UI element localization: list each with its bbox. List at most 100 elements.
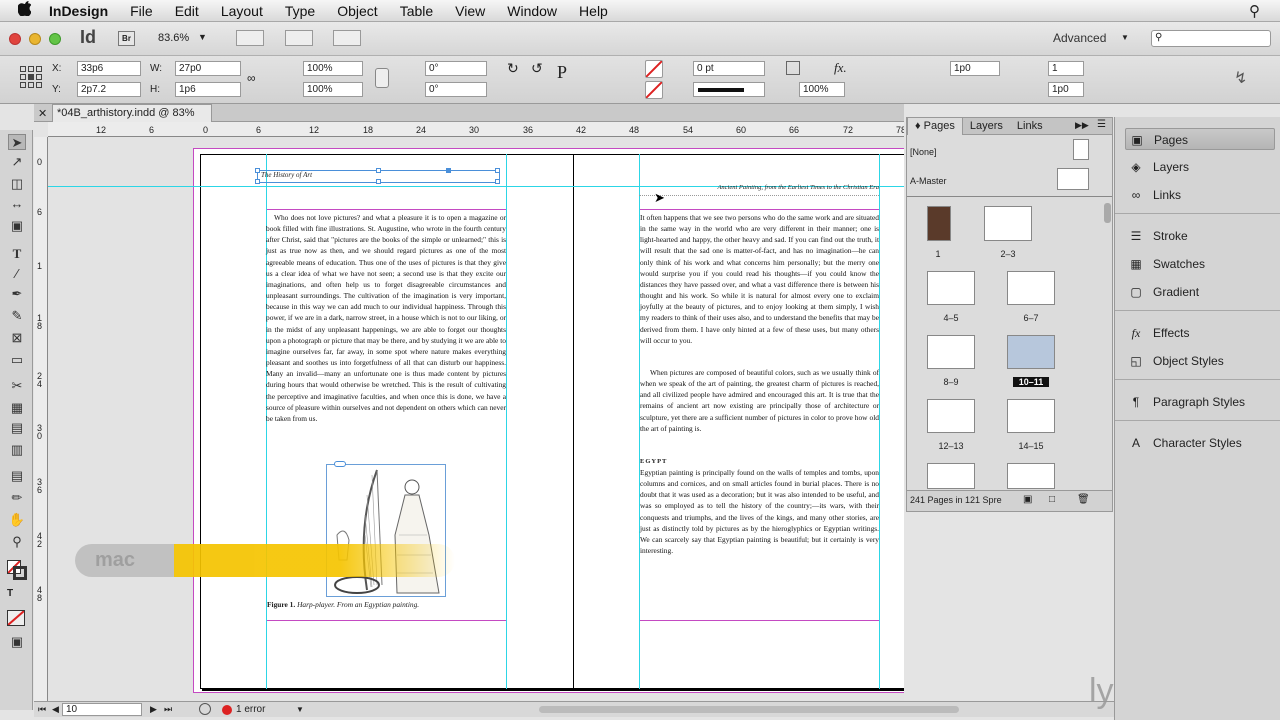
apply-none-icon[interactable] [7, 610, 25, 626]
page-tool-icon[interactable]: ◫ [8, 176, 26, 192]
page-thumb-16-17[interactable] [927, 463, 975, 489]
pen-tool-icon[interactable]: ✒ [8, 286, 26, 302]
fill-swatch-icon[interactable] [645, 60, 663, 78]
page-thumb-1[interactable] [927, 206, 951, 241]
menu-app-name[interactable]: InDesign [38, 3, 119, 19]
pencil-tool-icon[interactable]: ✎ [8, 308, 26, 324]
page-thumb-12-13[interactable] [927, 399, 975, 433]
eyedropper-tool-icon[interactable]: ✏ [8, 490, 26, 506]
dock-item-paragraph-styles[interactable]: ¶ Paragraph Styles [1125, 391, 1275, 413]
delete-page-icon[interactable]: 🗑 [1077, 494, 1090, 505]
dock-item-layers[interactable]: ◈ Layers [1125, 156, 1275, 178]
page-thumb-4-5[interactable] [927, 271, 975, 305]
formatting-affects-text-icon[interactable]: T [7, 588, 13, 599]
right-page-body-text-1[interactable]: It often happens that we see two persons… [640, 212, 879, 346]
none-master-label[interactable]: [None] [910, 147, 937, 157]
first-page-icon[interactable]: ⏮ [38, 704, 46, 715]
hand-tool-icon[interactable]: ✋ [8, 512, 26, 528]
a-master-thumb[interactable] [1057, 168, 1089, 190]
type-tool-icon[interactable]: T [8, 246, 26, 262]
collapse-panel-icon[interactable]: ▶▶ [1075, 120, 1089, 131]
rotate-90-ccw-icon[interactable]: ↺ [531, 60, 543, 77]
stroke-weight-field[interactable]: 0 pt [693, 61, 765, 76]
page-size-icon[interactable]: ▣ [1023, 494, 1032, 505]
gutter-field[interactable]: 1p0 [1048, 82, 1084, 97]
zoom-level[interactable]: 83.6% [158, 32, 189, 44]
direct-selection-tool-icon[interactable]: ↗ [8, 154, 26, 170]
workspace-switcher[interactable]: Advanced [1053, 31, 1106, 45]
rotation-angle-field[interactable]: 0° [425, 61, 487, 76]
dock-item-stroke[interactable]: ☰ Stroke [1125, 225, 1275, 247]
page-thumb-8-9[interactable] [927, 335, 975, 369]
next-page-icon[interactable]: ▶ [150, 704, 157, 715]
menu-edit[interactable]: Edit [164, 3, 210, 19]
stroke-type-dropdown[interactable] [693, 82, 765, 97]
tab-layers[interactable]: Layers [963, 118, 1010, 135]
bridge-button[interactable]: Br [118, 31, 135, 46]
select-container-icon[interactable]: P [557, 62, 567, 83]
menu-file[interactable]: File [119, 3, 164, 19]
menu-window[interactable]: Window [496, 3, 568, 19]
spotlight-search-icon[interactable]: ⚲ [1249, 2, 1260, 20]
new-page-icon[interactable]: □ [1049, 494, 1055, 505]
gap-tool-icon[interactable]: ↔ [8, 196, 26, 212]
help-search-input[interactable]: ⚲ [1151, 30, 1271, 47]
page-thumb-2-3[interactable] [984, 206, 1032, 241]
content-grabber-icon[interactable] [334, 461, 346, 467]
gradient-feather-tool-icon[interactable]: ▥ [8, 442, 26, 458]
lightning-icon[interactable]: ↯ [1234, 68, 1247, 88]
selection-tool-icon[interactable]: ➤ [8, 134, 26, 150]
dock-item-links[interactable]: ∞ Links [1125, 184, 1275, 206]
left-page-body-text[interactable]: Who does not love pictures? and what a p… [266, 212, 506, 424]
stroke-color-icon[interactable] [13, 566, 27, 580]
document-tab[interactable]: *04B_arthistory.indd @ 83% [52, 104, 212, 122]
constrain-proportions-icon[interactable]: ∞ [247, 71, 256, 85]
page-thumb-14-15[interactable] [1007, 399, 1055, 433]
close-window-icon[interactable] [9, 33, 21, 45]
apple-icon[interactable] [17, 1, 38, 20]
zoom-dropdown-icon[interactable]: ▼ [198, 32, 207, 42]
page-thumb-18-19[interactable] [1007, 463, 1055, 489]
dock-item-object-styles[interactable]: ◱ Object Styles [1125, 350, 1275, 372]
minimize-window-icon[interactable] [29, 33, 41, 45]
workspace-dropdown-icon[interactable]: ▼ [1121, 33, 1129, 42]
scale-y-field[interactable]: 100% [303, 82, 363, 97]
close-tab-icon[interactable]: ✕ [38, 107, 47, 120]
opacity-field[interactable]: 100% [799, 82, 845, 97]
horizontal-scrollbar[interactable] [539, 706, 959, 713]
panel-menu-icon[interactable]: ☰ [1097, 119, 1106, 130]
zoom-tool-icon[interactable]: ⚲ [8, 534, 26, 550]
tab-pages[interactable]: ♦ Pages [907, 117, 963, 135]
page-number-field[interactable]: 10 [62, 703, 142, 716]
effects-fx-icon[interactable]: fx. [834, 60, 847, 76]
free-transform-tool-icon[interactable]: ▦ [8, 400, 26, 416]
reference-point-icon[interactable] [20, 66, 42, 88]
x-position-field[interactable]: 33p6 [77, 61, 141, 76]
content-collector-icon[interactable]: ▣ [8, 218, 26, 234]
document-canvas[interactable]: The History of Art Who does not love pic… [48, 137, 904, 701]
link-scale-icon[interactable] [375, 68, 389, 88]
dock-item-swatches[interactable]: ▦ Swatches [1125, 253, 1275, 275]
tab-links[interactable]: Links [1010, 118, 1050, 135]
drop-shadow-icon[interactable] [786, 61, 800, 75]
height-field[interactable]: 1p6 [175, 82, 241, 97]
preflight-dropdown-icon[interactable]: ▼ [296, 705, 304, 714]
screen-mode-icon[interactable]: ▣ [8, 634, 26, 650]
menu-layout[interactable]: Layout [210, 3, 274, 19]
offset-top-field[interactable]: 1p0 [950, 61, 1000, 76]
dock-item-pages[interactable]: ▣ Pages [1125, 128, 1275, 150]
preflight-errors[interactable]: 1 error [236, 704, 265, 715]
columns-field[interactable]: 1 [1048, 61, 1084, 76]
right-page-body-text-2[interactable]: When pictures are composed of beautiful … [640, 367, 879, 434]
gradient-swatch-tool-icon[interactable]: ▤ [8, 420, 26, 436]
dock-item-effects[interactable]: fx Effects [1125, 322, 1275, 344]
page-thumb-6-7[interactable] [1007, 271, 1055, 305]
harp-player-image[interactable] [326, 464, 446, 597]
page-thumb-10-11[interactable] [1007, 335, 1055, 369]
last-page-icon[interactable]: ⏭ [164, 704, 172, 715]
menu-table[interactable]: Table [389, 3, 444, 19]
note-tool-icon[interactable]: ▤ [8, 468, 26, 484]
scale-x-field[interactable]: 100% [303, 61, 363, 76]
shear-angle-field[interactable]: 0° [425, 82, 487, 97]
stroke-swatch-icon[interactable] [645, 81, 663, 99]
